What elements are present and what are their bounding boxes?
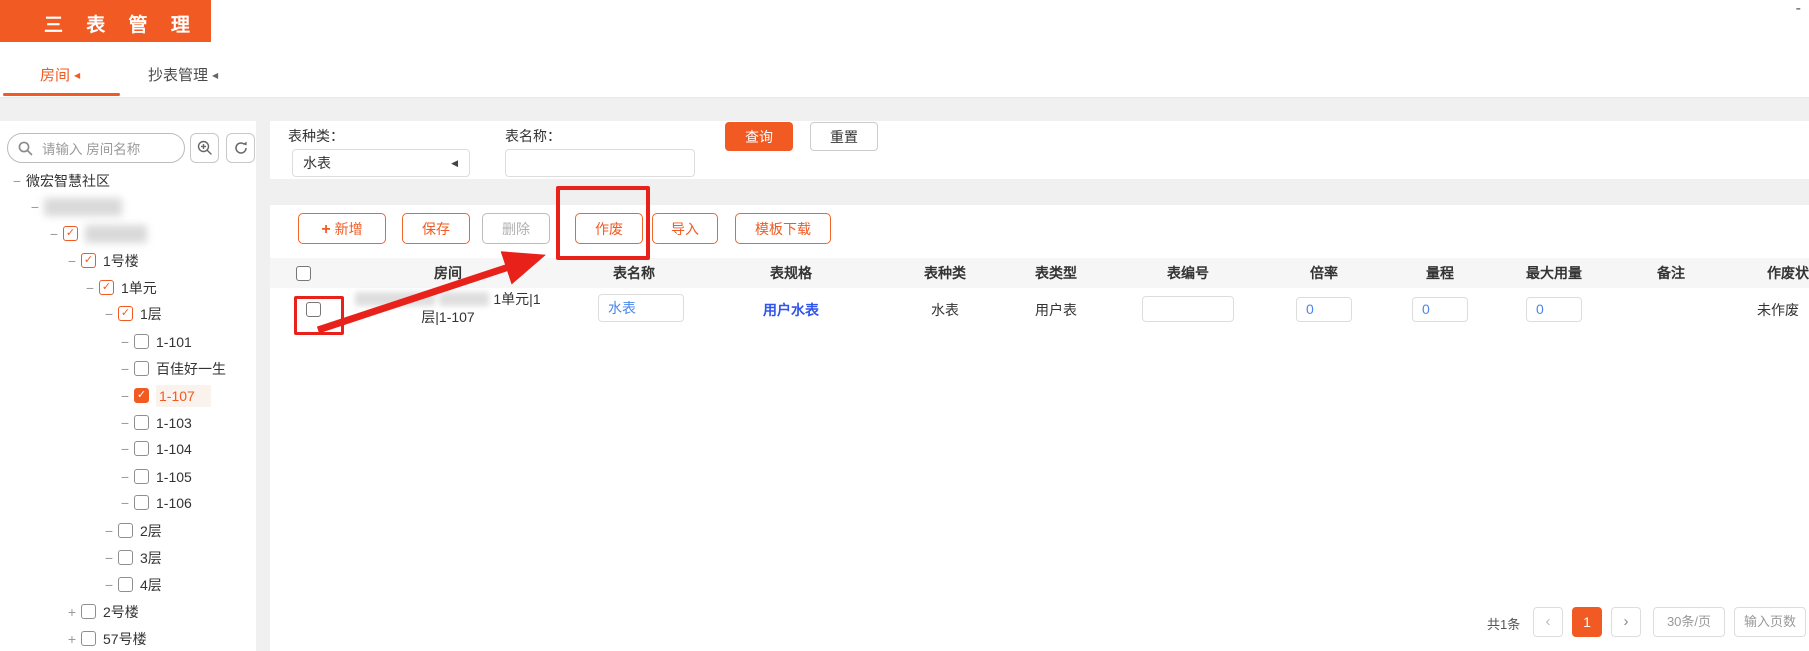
- next-page-button[interactable]: ›: [1611, 607, 1641, 637]
- meter-no-cell-input[interactable]: [1142, 296, 1234, 322]
- row-checkbox[interactable]: [306, 302, 321, 317]
- goto-page-input[interactable]: 输入页数: [1734, 607, 1806, 637]
- prev-page-button[interactable]: ‹: [1533, 607, 1563, 637]
- page-1-button[interactable]: 1: [1572, 607, 1602, 637]
- app-root: 三 表 管 理 - 房间◀ 抄表管理◀: [0, 0, 1809, 651]
- meter-spec-link[interactable]: 用户水表: [763, 300, 819, 320]
- room-line2: 层|1-107: [343, 308, 553, 326]
- range-cell-input[interactable]: 0: [1412, 297, 1468, 322]
- room-cell: 1单元|1 层|1-107: [343, 290, 553, 326]
- room-line1: 1单元|1: [493, 290, 540, 308]
- total-count: 共1条: [1487, 614, 1520, 633]
- max-usage-cell-input[interactable]: 0: [1526, 297, 1582, 322]
- void-status-cell: 未作废: [1757, 300, 1799, 320]
- rate-cell-input[interactable]: 0: [1296, 297, 1352, 322]
- redacted-text: [355, 292, 435, 306]
- meter-category-cell: 用户表: [1035, 300, 1077, 320]
- redacted-text: [439, 292, 489, 306]
- page-size-select[interactable]: 30条/页: [1653, 607, 1725, 637]
- table-row: 1单元|1 层|1-107 水表 用户水表 水表 用户表 0 0 0 未作废: [0, 0, 1809, 651]
- meter-kind-cell: 水表: [931, 300, 959, 320]
- meter-name-cell-input[interactable]: 水表: [598, 294, 684, 322]
